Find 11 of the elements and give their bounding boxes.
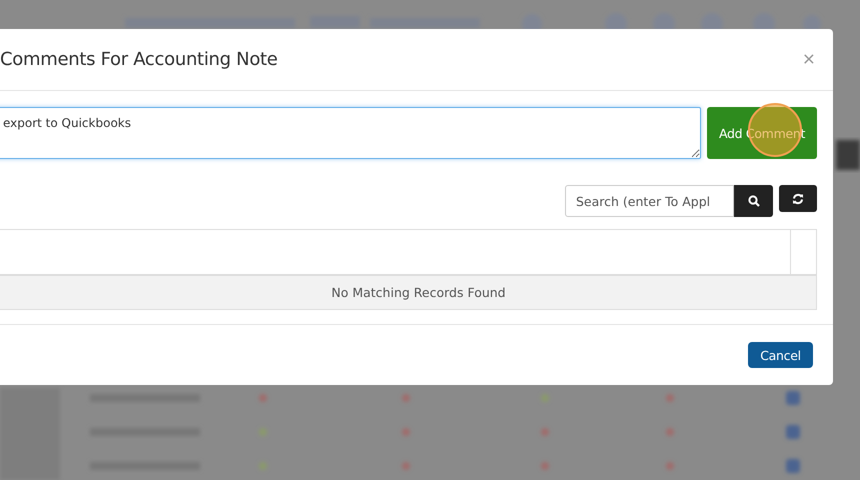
blurred-tab-drawing bbox=[836, 140, 860, 170]
search-button[interactable] bbox=[734, 185, 773, 217]
refresh-icon bbox=[792, 192, 804, 204]
modal-title: Comments For Accounting Note bbox=[0, 49, 278, 70]
search-icon bbox=[748, 195, 760, 207]
refresh-button[interactable] bbox=[779, 185, 817, 212]
empty-message: No Matching Records Found bbox=[0, 276, 816, 309]
cancel-button[interactable]: Cancel bbox=[748, 342, 813, 368]
add-comment-button[interactable]: Add Comment bbox=[707, 107, 817, 159]
search-field[interactable]: Search (enter To Appl bbox=[565, 185, 734, 217]
comment-field[interactable]: export to Quickbooks bbox=[0, 107, 701, 159]
